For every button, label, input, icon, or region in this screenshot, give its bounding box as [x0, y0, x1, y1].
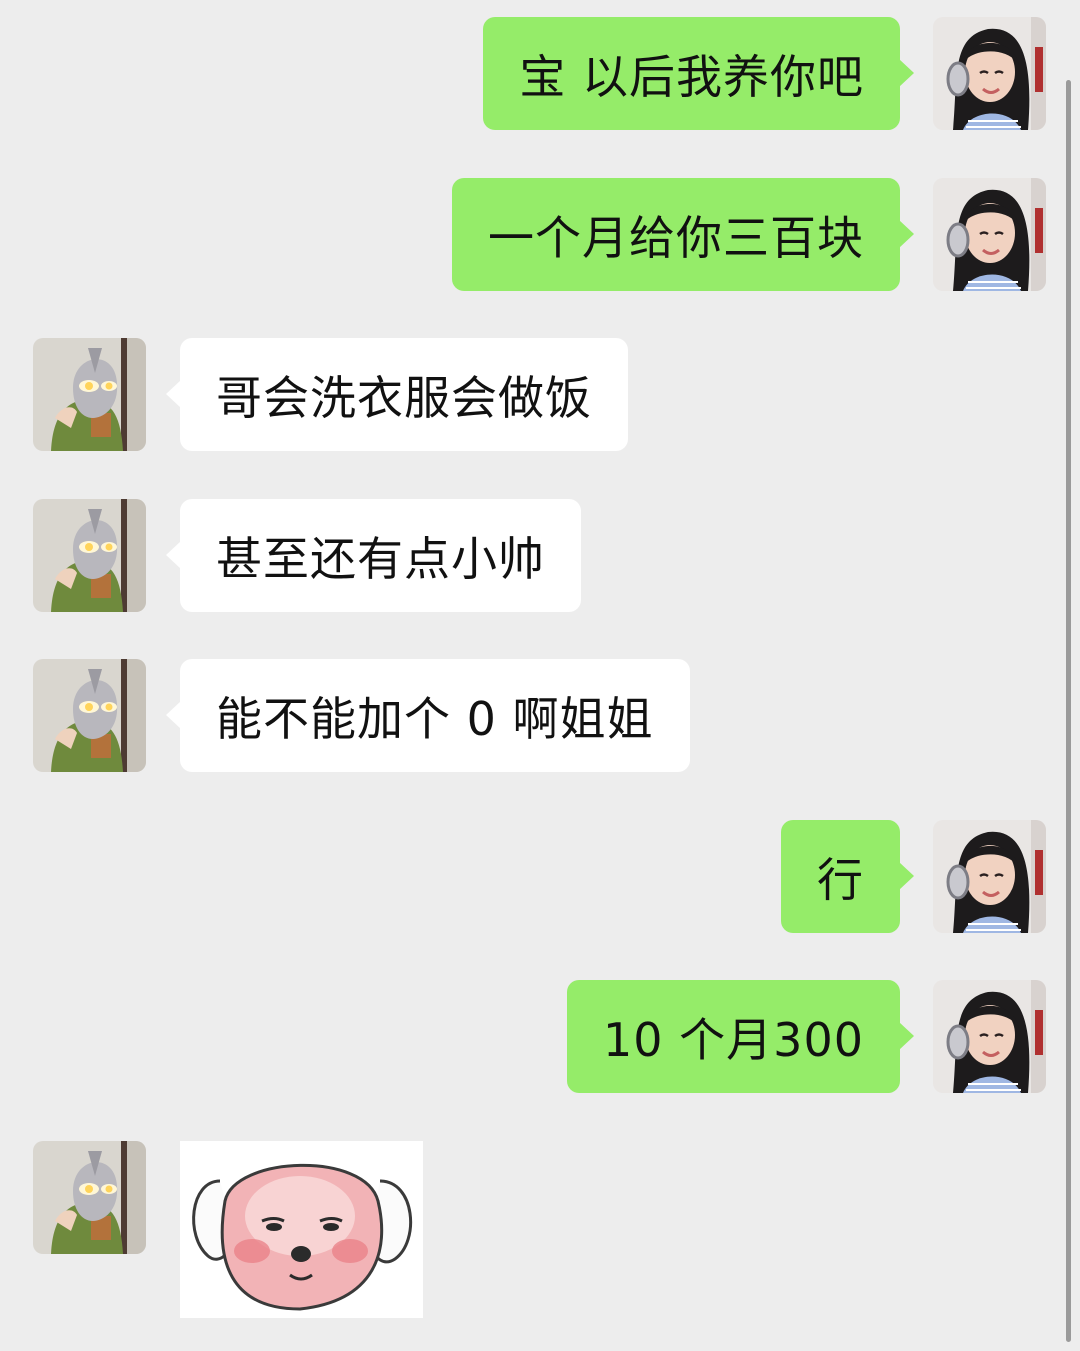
self-avatar[interactable] — [933, 980, 1046, 1093]
self-avatar[interactable] — [933, 178, 1046, 291]
self-avatar[interactable] — [933, 17, 1046, 130]
incoming-message-bubble[interactable]: 哥会洗衣服会做饭 — [166, 338, 628, 451]
sticker-message[interactable] — [180, 1141, 423, 1318]
contact-avatar[interactable] — [33, 338, 146, 451]
message-text: 宝 以后我养你吧 — [519, 49, 864, 104]
masked-hero-icon — [33, 338, 146, 451]
contact-avatar[interactable] — [33, 659, 146, 772]
masked-hero-icon — [33, 499, 146, 612]
girl-with-headphones-icon — [933, 178, 1046, 291]
girl-with-headphones-icon — [933, 820, 1046, 933]
outgoing-message-bubble[interactable]: 10 个月300 — [567, 980, 914, 1093]
message-text: 10 个月300 — [603, 1012, 864, 1067]
outgoing-message-bubble[interactable]: 宝 以后我养你吧 — [483, 17, 914, 130]
girl-with-headphones-icon — [933, 980, 1046, 1093]
incoming-message-bubble[interactable]: 甚至还有点小帅 — [166, 499, 581, 612]
pink-dog-sticker-icon — [180, 1141, 423, 1318]
message-text: 甚至还有点小帅 — [216, 531, 545, 586]
masked-hero-icon — [33, 659, 146, 772]
outgoing-message-bubble[interactable]: 一个月给你三百块 — [452, 178, 914, 291]
girl-with-headphones-icon — [933, 17, 1046, 130]
contact-avatar[interactable] — [33, 1141, 146, 1254]
self-avatar[interactable] — [933, 820, 1046, 933]
message-text: 一个月给你三百块 — [488, 210, 864, 265]
message-text: 行 — [817, 852, 864, 907]
message-text: 能不能加个 0 啊姐姐 — [216, 691, 654, 746]
incoming-message-bubble[interactable]: 能不能加个 0 啊姐姐 — [166, 659, 690, 772]
message-text: 哥会洗衣服会做饭 — [216, 370, 592, 425]
contact-avatar[interactable] — [33, 499, 146, 612]
scrollbar[interactable] — [1066, 80, 1071, 1342]
outgoing-message-bubble[interactable]: 行 — [781, 820, 914, 933]
masked-hero-icon — [33, 1141, 146, 1254]
